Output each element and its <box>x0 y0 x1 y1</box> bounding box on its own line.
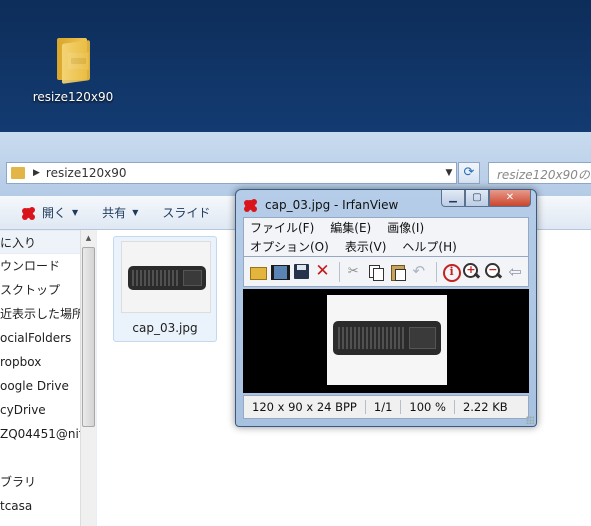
breadcrumb-path[interactable]: resize120x90 <box>46 166 442 180</box>
open-button[interactable]: 開く ▼ <box>20 204 78 221</box>
status-file-size: 2.22 KB <box>462 400 508 414</box>
share-label: 共有 <box>102 206 127 220</box>
file-thumbnail <box>121 241 211 313</box>
keyboard-image <box>333 321 441 355</box>
previous-arrow-icon[interactable]: ⇦ <box>506 262 524 281</box>
nav-scrollbar[interactable]: ▲ <box>80 230 96 526</box>
save-icon[interactable] <box>292 262 310 281</box>
toolbar-separator <box>435 261 437 282</box>
menu-help[interactable]: ヘルプ(H) <box>402 238 456 255</box>
irfanview-window: cap_03.jpg - IrfanView ▁ ▢ ✕ ファイル(F) 編集(… <box>235 189 537 427</box>
irfanview-icon <box>20 205 36 221</box>
slideshow-button[interactable]: スライド <box>162 204 210 221</box>
open-folder-icon[interactable] <box>248 262 267 281</box>
zoom-out-icon[interactable]: − <box>484 262 502 281</box>
chevron-down-icon: ▼ <box>72 208 79 217</box>
file-item[interactable]: cap_03.jpg <box>113 236 217 342</box>
scrollbar-thumb[interactable] <box>82 247 95 427</box>
menu-edit[interactable]: 編集(E) <box>330 219 371 236</box>
window-title: cap_03.jpg - IrfanView <box>265 198 399 212</box>
menu-view[interactable]: 表示(V) <box>345 238 387 255</box>
status-bar: 120 x 90 x 24 BPP 1/1 100 % 2.22 KB <box>243 395 529 419</box>
maximize-button[interactable]: ▢ <box>465 190 489 207</box>
delete-icon[interactable]: ✕ <box>314 262 332 281</box>
search-input[interactable]: resize120x90の検索 <box>488 162 591 184</box>
menu-image[interactable]: 画像(I) <box>387 219 424 236</box>
image-viewport[interactable] <box>243 289 529 393</box>
file-name: cap_03.jpg <box>132 321 198 335</box>
title-bar[interactable]: cap_03.jpg - IrfanView <box>242 194 398 216</box>
menu-file[interactable]: ファイル(F) <box>250 219 314 236</box>
share-button[interactable]: 共有 ▼ <box>102 204 138 221</box>
paste-icon[interactable] <box>388 262 406 281</box>
caption-buttons: ▁ ▢ ✕ <box>441 190 531 207</box>
open-label: 開く <box>42 206 67 220</box>
chevron-down-icon: ▼ <box>132 208 139 217</box>
desktop-folder-icon[interactable]: resize120x90 <box>28 34 118 104</box>
toolbar-separator <box>339 261 341 282</box>
address-bar-area: ▶ resize120x90 ▼ ⟳ resize120x90の検索 <box>0 132 591 196</box>
close-button[interactable]: ✕ <box>489 190 531 207</box>
scroll-up-icon[interactable]: ▲ <box>81 230 96 246</box>
folder-icon <box>53 34 93 84</box>
zoom-in-icon[interactable]: + <box>462 262 480 281</box>
displayed-image <box>327 295 447 385</box>
refresh-button[interactable]: ⟳ <box>458 162 480 184</box>
cut-icon[interactable]: ✂ <box>344 262 362 281</box>
slideshow-icon[interactable] <box>270 262 290 281</box>
menu-options[interactable]: オプション(O) <box>250 238 329 255</box>
breadcrumb-arrow-icon[interactable]: ▶ <box>33 168 40 178</box>
irfanview-icon[interactable] <box>242 197 258 213</box>
toolbar: ✕ ✂ ↶ + − ⇦ <box>243 257 529 287</box>
keyboard-image <box>128 266 206 290</box>
folder-small-icon <box>11 167 25 179</box>
desktop-folder-label: resize120x90 <box>32 90 114 104</box>
slideshow-label: スライド <box>162 206 211 220</box>
info-icon[interactable] <box>441 262 461 282</box>
status-page: 1/1 <box>366 400 402 414</box>
address-dropdown-icon[interactable]: ▼ <box>442 168 456 178</box>
status-dimensions: 120 x 90 x 24 BPP <box>244 400 366 414</box>
minimize-button[interactable]: ▁ <box>441 190 465 207</box>
undo-icon[interactable]: ↶ <box>410 262 428 281</box>
menu-bar: ファイル(F) 編集(E) 画像(I) オプション(O) 表示(V) ヘルプ(H… <box>243 217 529 257</box>
address-bar[interactable]: ▶ resize120x90 ▼ <box>6 162 457 184</box>
copy-icon[interactable] <box>366 262 384 281</box>
status-zoom: 100 % <box>401 400 455 414</box>
resize-grip-icon[interactable] <box>526 416 534 424</box>
